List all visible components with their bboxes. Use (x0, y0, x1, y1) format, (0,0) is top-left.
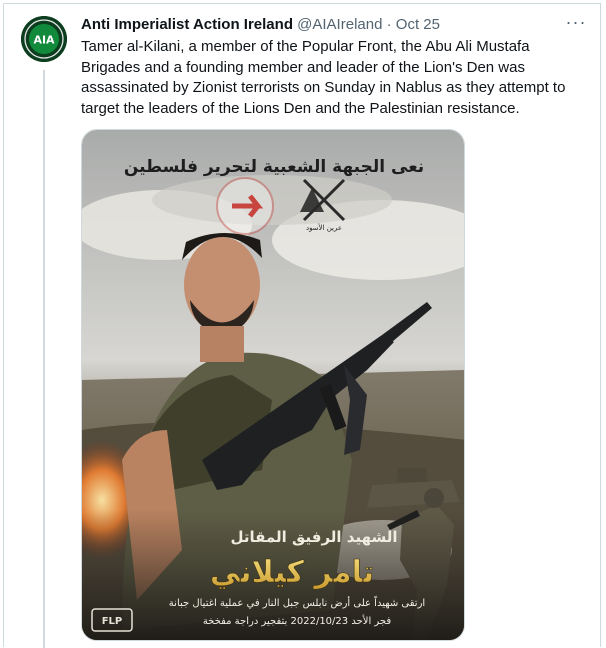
poster-caption-line-2: فجر الأحد 2022/10/23 بتفجير دراجة مفخخة (203, 614, 392, 627)
tweet-media-image[interactable]: نعى الجبهة الشعبية لتحرير فلسطين عرين ال… (81, 129, 465, 641)
tweet-text: Tamer al-Kilani, a member of the Popular… (81, 38, 566, 117)
thread-line (43, 70, 45, 648)
poster-name-line: تامر كيلاني (210, 555, 374, 590)
avatar-logo-text: AIA (33, 34, 55, 47)
more-options-button[interactable]: ··· (562, 12, 590, 36)
tweet-date[interactable]: Oct 25 (396, 16, 440, 33)
tweet-header: Anti Imperialist Action Ireland @AIAIrel… (81, 15, 440, 35)
poster-title-line: الشهيد الرفيق المقاتل (230, 528, 397, 546)
author-display-name[interactable]: Anti Imperialist Action Ireland (81, 16, 293, 33)
more-horizontal-icon: ··· (565, 12, 587, 32)
lions-den-emblem-text: عرين الأسود (306, 223, 342, 232)
flp-logo-text: FLP (102, 616, 123, 627)
author-handle[interactable]: @AIAIreland (297, 16, 382, 33)
poster-banner-text: نعى الجبهة الشعبية لتحرير فلسطين (124, 157, 424, 177)
martyr-poster: نعى الجبهة الشعبية لتحرير فلسطين عرين ال… (82, 130, 464, 640)
avatar[interactable]: AIA (21, 16, 67, 62)
dot-separator: · (386, 16, 392, 33)
pflp-emblem-icon (216, 177, 274, 235)
